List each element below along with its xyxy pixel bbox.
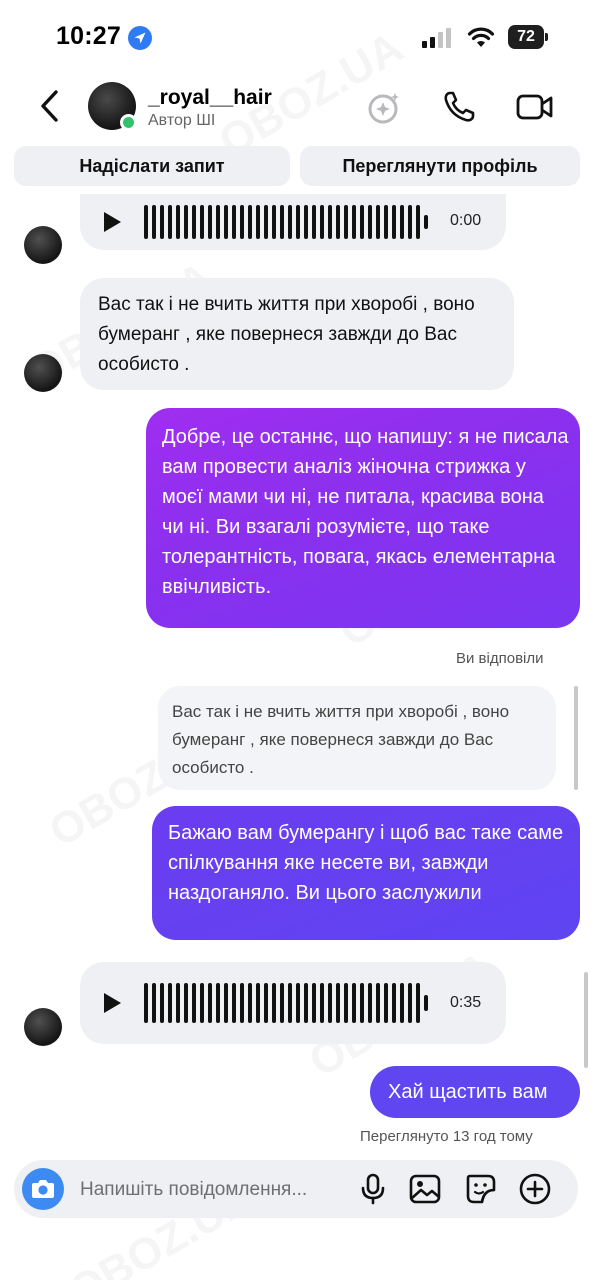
outgoing-message-text: Бажаю вам бумерангу і щоб вас таке саме …: [168, 822, 564, 904]
play-icon[interactable]: [104, 993, 121, 1013]
reply-label: Ви відповіли: [456, 650, 544, 667]
incoming-message-bubble: Вас так і не вчить життя при хворобі , в…: [80, 278, 514, 390]
message-input[interactable]: [80, 1176, 350, 1204]
phone-call-icon[interactable]: [442, 90, 476, 124]
gallery-icon[interactable]: [408, 1172, 442, 1206]
quoted-message-bubble[interactable]: Вас так і не вчить життя при хворобі , в…: [158, 686, 556, 790]
camera-button[interactable]: [22, 1168, 64, 1210]
battery-cap: [545, 33, 548, 41]
voice-waveform[interactable]: [144, 202, 428, 242]
add-icon[interactable]: [518, 1172, 552, 1206]
incoming-message-text: Вас так і не вчить життя при хворобі , в…: [98, 294, 475, 375]
contact-name[interactable]: _royal__hair: [148, 86, 272, 110]
sender-avatar[interactable]: [24, 226, 62, 264]
wifi-icon: [467, 27, 495, 47]
sender-avatar[interactable]: [24, 354, 62, 392]
outgoing-message-text: Хай щастить вам: [388, 1081, 548, 1103]
quote-indicator-bar: [574, 686, 578, 790]
voice-duration: 0:00: [450, 212, 482, 229]
voice-message-bubble: 0:35: [80, 962, 506, 1044]
outgoing-message-bubble: Добре, це останнє, що напишу: я не писал…: [146, 408, 580, 628]
sticker-icon[interactable]: [464, 1172, 498, 1206]
view-profile-button[interactable]: Переглянути профіль: [300, 146, 580, 186]
ai-sparkle-icon[interactable]: [366, 90, 402, 126]
battery-indicator: 72: [508, 25, 544, 49]
quoted-message-text: Вас так і не вчить життя при хворобі , в…: [172, 702, 510, 777]
video-call-icon[interactable]: [516, 92, 554, 122]
voice-duration: 0:35: [450, 994, 482, 1011]
outgoing-message-bubble: Бажаю вам бумерангу і щоб вас таке саме …: [152, 806, 580, 940]
outgoing-message-text: Добре, це останнє, що напишу: я не писал…: [162, 426, 569, 598]
back-arrow-icon[interactable]: [36, 88, 64, 124]
play-icon[interactable]: [104, 212, 121, 232]
outgoing-message-bubble: Хай щастить вам: [370, 1066, 580, 1118]
seen-status: Переглянуто 13 год тому: [360, 1128, 533, 1145]
scrollbar[interactable]: [584, 972, 588, 1068]
status-time: 10:27: [56, 22, 121, 50]
voice-waveform[interactable]: [144, 980, 428, 1026]
send-request-button[interactable]: Надіслати запит: [14, 146, 290, 186]
signal-icon: [422, 28, 451, 48]
camera-icon: [32, 1180, 54, 1198]
microphone-icon[interactable]: [356, 1172, 390, 1206]
sender-avatar[interactable]: [24, 1008, 62, 1046]
contact-subtitle: Автор ШІ: [148, 112, 216, 129]
voice-message-bubble: 0:00: [80, 194, 506, 250]
location-icon: [128, 26, 152, 50]
online-status-dot: [120, 114, 137, 131]
